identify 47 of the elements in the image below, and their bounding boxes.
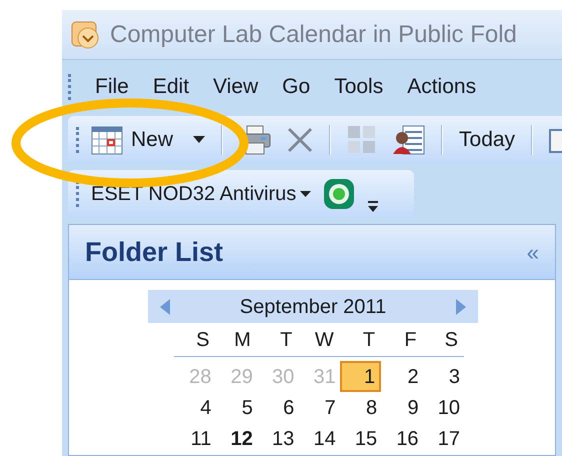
close-icon[interactable] [287, 127, 314, 153]
calendar-day[interactable]: 13 [256, 423, 298, 454]
dropdown-caret-icon [193, 136, 206, 144]
calendar-day[interactable]: 16 [381, 423, 423, 454]
calendar-day[interactable]: 14 [298, 423, 340, 454]
previous-month-icon[interactable] [160, 298, 170, 314]
calendar-day[interactable]: 3 [422, 361, 464, 392]
calendar-day[interactable]: 8 [340, 392, 382, 423]
calendar-day[interactable]: 1 [340, 361, 382, 392]
dropdown-caret-icon [300, 190, 312, 198]
next-month-icon[interactable] [456, 298, 466, 314]
grip-icon[interactable] [76, 127, 79, 153]
calendar-day[interactable]: 6 [256, 392, 298, 423]
menu-item[interactable]: View [213, 71, 258, 103]
weekday-label: F [404, 328, 418, 350]
calendar-day[interactable]: 2 [381, 361, 423, 392]
menu-item[interactable]: Actions [407, 71, 476, 103]
weekday-label: T [280, 328, 294, 350]
new-button[interactable]: New [87, 124, 210, 156]
weekday-label: M [234, 328, 252, 350]
status-icon[interactable] [323, 178, 356, 210]
menu-item[interactable]: File [95, 71, 129, 103]
calendar-day[interactable]: 15 [340, 423, 382, 454]
calendar-day[interactable]: 11 [174, 423, 216, 454]
calendar-day[interactable]: 12 [215, 423, 257, 454]
weekday-label: T [362, 328, 376, 350]
calendar-icon [91, 125, 123, 155]
today-button[interactable]: Today [455, 124, 520, 156]
grip-icon[interactable] [68, 74, 71, 100]
grip-icon[interactable] [76, 181, 79, 207]
overflow-icon[interactable] [367, 200, 380, 214]
menu-item[interactable]: Go [282, 71, 310, 103]
weekday-label: W [314, 328, 335, 350]
menu-item[interactable]: Edit [152, 71, 190, 103]
contact-card-icon[interactable] [393, 125, 426, 155]
calendar-day[interactable]: 17 [422, 423, 464, 454]
menu-item[interactable]: Tools [334, 71, 384, 103]
weekday-label: S [444, 328, 459, 350]
weekday-label: S [196, 328, 210, 350]
pane-title: Folder List [85, 236, 224, 269]
window-title: Computer Lab Calendar in Public Fold [110, 20, 517, 50]
month-label: September 2011 [240, 294, 386, 320]
calendar-day[interactable]: 10 [422, 392, 464, 423]
calendar-day[interactable]: 5 [215, 392, 257, 423]
calendar-day[interactable]: 9 [381, 392, 423, 423]
calendar-day[interactable]: 4 [174, 392, 216, 423]
calendar-day[interactable]: 7 [298, 392, 340, 423]
